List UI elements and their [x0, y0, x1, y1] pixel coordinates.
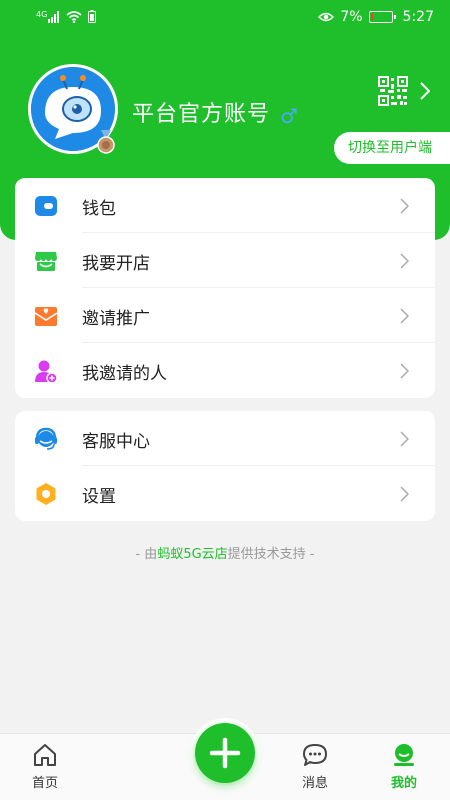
status-bar: 4G 7% 5:27 [0, 0, 450, 34]
add-button[interactable] [195, 723, 255, 783]
menu-item-settings[interactable]: 设置 [15, 466, 435, 521]
support-prefix: - 由 [135, 547, 158, 562]
primary-menu-card: 钱包 我要开店 邀请推广 我邀请的人 [15, 178, 435, 398]
network-type: 4G [36, 9, 48, 19]
profile-icon [394, 744, 414, 766]
tab-home[interactable]: 首页 [15, 742, 75, 791]
male-gender-icon: ♂ [280, 104, 298, 128]
menu-label: 钱包 [82, 199, 116, 219]
chevron-right-icon [400, 253, 409, 269]
menu-label: 我要开店 [82, 254, 150, 274]
chevron-right-icon [400, 198, 409, 214]
menu-item-invite-promotion[interactable]: 邀请推广 [15, 288, 435, 343]
menu-item-wallet[interactable]: 钱包 [15, 178, 435, 233]
tech-support-footer: - 由蚂蚁5G云店提供技术支持 - [0, 543, 450, 562]
chevron-right-icon [400, 486, 409, 502]
user-add-icon [35, 360, 58, 383]
home-icon [34, 744, 56, 766]
tab-label: 消息 [301, 776, 328, 791]
menu-item-customer-service[interactable]: 客服中心 [15, 411, 435, 466]
menu-label: 邀请推广 [82, 309, 150, 329]
eye-comfort-icon [318, 12, 335, 22]
chevron-right-icon[interactable] [420, 82, 430, 100]
cellular-signal: 4G [36, 9, 60, 23]
qr-code-icon[interactable] [378, 76, 408, 106]
switch-to-user-button[interactable]: 切换至用户端 [334, 132, 450, 164]
chevron-right-icon [400, 363, 409, 379]
support-suffix: 提供技术支持 - [227, 547, 315, 562]
clock: 5:27 [402, 9, 434, 25]
menu-item-open-store[interactable]: 我要开店 [15, 233, 435, 288]
tab-messages[interactable]: 消息 [285, 742, 345, 791]
battery-percent: 7% [340, 9, 363, 25]
wallet-icon [35, 196, 57, 216]
store-icon [35, 252, 57, 271]
menu-label: 客服中心 [82, 432, 150, 452]
menu-item-my-invitees[interactable]: 我邀请的人 [15, 343, 435, 398]
invite-icon [34, 307, 58, 326]
signal-icon [48, 10, 60, 23]
battery-saver-icon [88, 10, 97, 23]
tab-label: 我的 [390, 776, 417, 791]
username: 平台官方账号 [132, 102, 271, 127]
tab-mine[interactable]: 我的 [374, 742, 434, 791]
support-brand-link[interactable]: 蚂蚁5G云店 [157, 547, 227, 562]
chevron-right-icon [400, 431, 409, 447]
battery-icon [368, 11, 396, 23]
secondary-menu-card: 客服中心 设置 [15, 411, 435, 521]
chevron-right-icon [400, 308, 409, 324]
tab-label: 首页 [31, 776, 58, 791]
headset-icon [35, 427, 57, 450]
wifi-icon [66, 10, 82, 23]
message-icon [303, 744, 327, 766]
menu-label: 设置 [82, 487, 116, 507]
plus-icon [209, 737, 241, 769]
menu-label: 我邀请的人 [82, 364, 167, 384]
battery-level [370, 13, 373, 20]
medal-icon [97, 130, 115, 154]
settings-icon [36, 483, 56, 505]
